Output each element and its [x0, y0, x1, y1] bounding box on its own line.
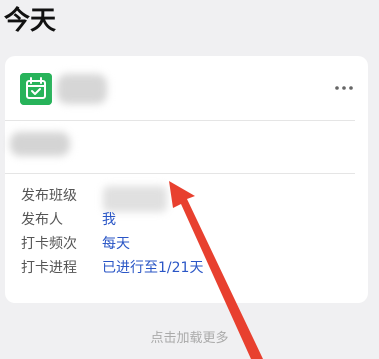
info-value: 每天 [102, 236, 130, 252]
load-more-link[interactable]: 点击加载更多 [0, 327, 379, 346]
more-horizontal-icon[interactable] [331, 76, 357, 100]
calendar-check-icon [20, 73, 52, 105]
app-name-redacted [57, 74, 107, 104]
task-title-redacted [10, 132, 70, 156]
info-label: 打卡频次 [21, 236, 77, 252]
info-label: 打卡进程 [21, 260, 77, 276]
checkin-task-card[interactable]: 发布班级 发布人 我 打卡频次 每天 打卡进程 已进行至1/21天 [5, 56, 368, 303]
info-value: 我 [102, 212, 116, 228]
card-divider-top [5, 120, 355, 121]
screen: 今天 发布班级 发布人 我 打卡频次 每天 打卡进程 已进行至1/21天 点击加… [0, 0, 379, 359]
section-title-today: 今天 [4, 6, 57, 36]
info-value: 已进行至1/21天 [102, 260, 204, 276]
card-divider-bottom [5, 173, 355, 174]
info-label: 发布人 [21, 212, 63, 228]
class-name-redacted [103, 186, 167, 212]
info-label: 发布班级 [21, 188, 77, 204]
